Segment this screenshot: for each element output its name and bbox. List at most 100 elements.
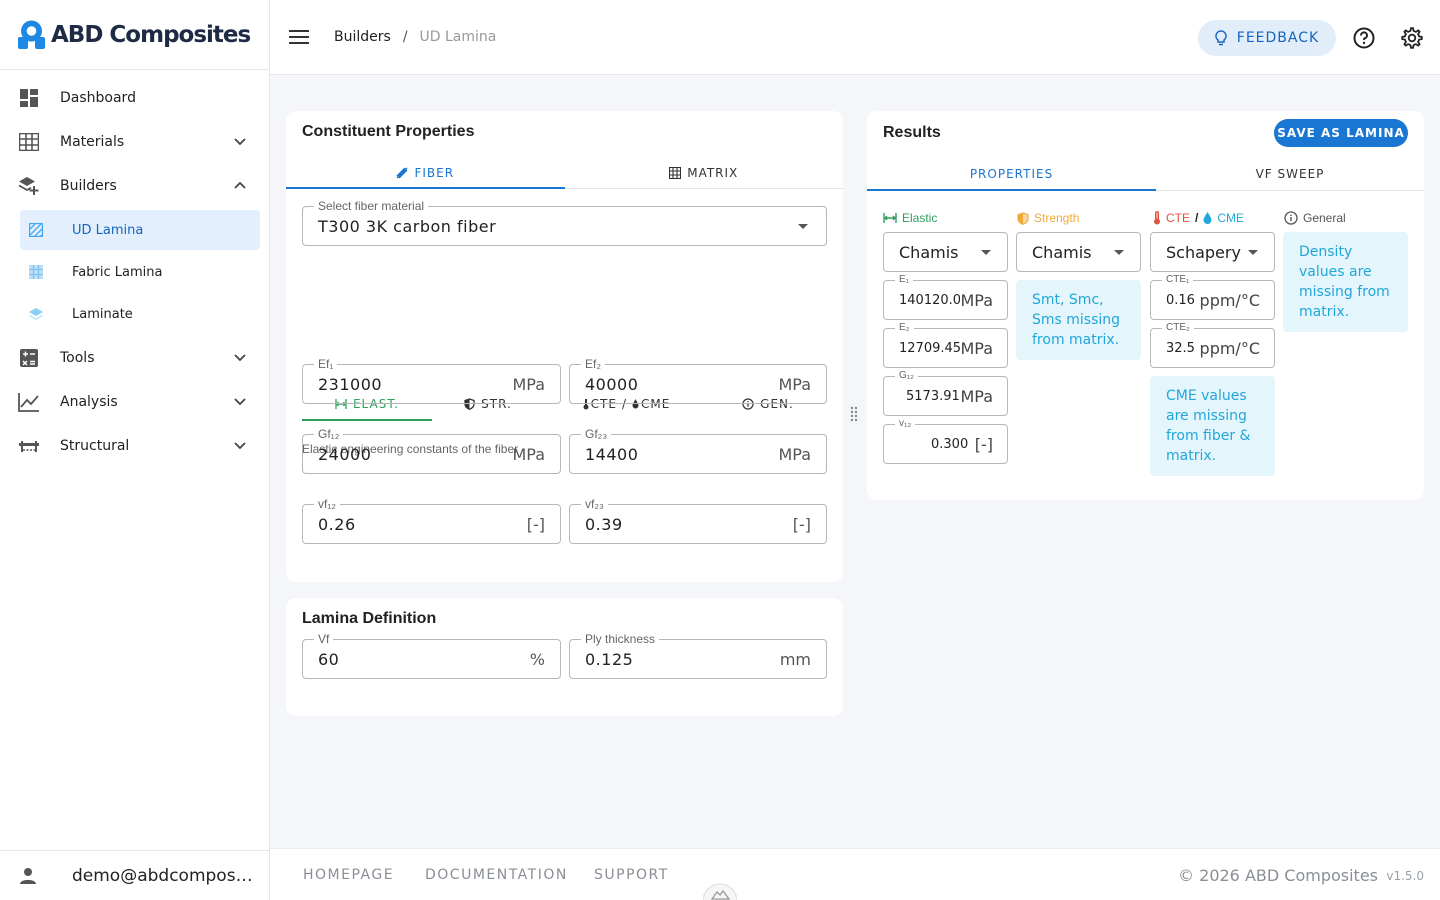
field-label: Vf — [314, 632, 334, 646]
sidebar: ABD Composites Dashboard Materials Build… — [0, 0, 270, 900]
app-name: ABD Composites — [51, 21, 251, 48]
tab-properties[interactable]: PROPERTIES — [867, 158, 1156, 191]
calculator-icon — [18, 347, 40, 369]
constituent-properties-card: Constituent Properties FIBER MATRIX Sele… — [286, 111, 843, 582]
sidebar-item-label: Builders — [60, 178, 117, 194]
ply-thickness-input[interactable]: Ply thickness 0.125 mm — [569, 632, 827, 679]
field-label: Ef₁ — [314, 357, 338, 371]
chevron-down-icon[interactable] — [231, 437, 249, 455]
help-icon[interactable] — [1352, 26, 1376, 50]
footer-link-support[interactable]: SUPPORT — [594, 867, 669, 883]
field-label: Ef₂ — [581, 357, 605, 371]
ef1-input[interactable]: Ef₁ 231000 MPa — [302, 357, 561, 404]
footer-link-documentation[interactable]: DOCUMENTATION — [425, 867, 568, 883]
field-label: Gf₁₂ — [314, 427, 344, 441]
drag-handle-icon[interactable] — [849, 405, 859, 423]
sidebar-item-structural[interactable]: Structural — [0, 424, 269, 468]
gf23-input[interactable]: Gf₂₃ 14400 MPa — [569, 427, 827, 474]
field-value: 0.125 — [585, 650, 634, 669]
sidebar-item-builders[interactable]: Builders — [0, 164, 269, 208]
field-value: 5173.915 — [906, 389, 969, 404]
field-label: vf₂₃ — [581, 497, 608, 511]
chevron-down-icon[interactable] — [231, 133, 249, 151]
field-unit: MPa — [778, 375, 811, 394]
sidebar-item-ud-lamina[interactable]: UD Lamina — [20, 210, 260, 250]
fabric-lamina-icon — [28, 264, 44, 280]
field-value: 140120.00 — [899, 293, 970, 308]
vf-input[interactable]: Vf 60 % — [302, 632, 561, 679]
save-as-lamina-button[interactable]: SAVE AS LAMINA — [1274, 119, 1408, 147]
sidebar-item-tools[interactable]: Tools — [0, 336, 269, 380]
cte-method-select[interactable]: Schapery — [1150, 232, 1275, 272]
version: v1.5.0 — [1386, 869, 1424, 883]
breadcrumb: Builders / UD Lamina — [334, 29, 496, 45]
e2-result: E₂ 12709.455 MPa — [883, 322, 1008, 368]
grid-icon — [669, 166, 682, 179]
column-label: Elastic — [902, 211, 938, 225]
field-label: E₁ — [895, 274, 914, 286]
tab-matrix[interactable]: MATRIX — [565, 157, 844, 188]
field-value: 60 — [318, 650, 340, 669]
sidebar-item-dashboard[interactable]: Dashboard — [0, 76, 269, 120]
dropdown-arrow-icon — [1114, 250, 1124, 255]
mountain-icon[interactable] — [703, 881, 737, 900]
tab-vf-sweep[interactable]: VF SWEEP — [1156, 158, 1424, 190]
field-unit: MPa — [512, 445, 545, 464]
sidebar-item-fabric-lamina[interactable]: Fabric Lamina — [20, 252, 260, 292]
copyright: © 2026 ABD Composites — [1178, 866, 1378, 885]
person-icon — [20, 867, 36, 884]
card-title: Lamina Definition — [302, 610, 437, 627]
select-value: Schapery — [1166, 243, 1241, 262]
dropdown-arrow-icon — [1248, 250, 1258, 255]
menu-icon[interactable] — [288, 26, 310, 48]
field-value: 12709.455 — [899, 341, 970, 356]
field-value: 0.26 — [318, 515, 356, 534]
field-label: Ply thickness — [581, 632, 660, 646]
table-icon — [18, 131, 40, 153]
sidebar-item-label: Tools — [60, 350, 95, 366]
strength-missing-alert: Smt, Smc, Sms missing from matrix. — [1016, 280, 1141, 360]
gf12-input[interactable]: Gf₁₂ 24000 MPa — [302, 427, 561, 474]
field-label: CTE₂ — [1162, 322, 1194, 334]
tab-fiber[interactable]: FIBER — [286, 157, 565, 189]
breadcrumb-current: UD Lamina — [419, 29, 497, 45]
results-tabs: PROPERTIES VF SWEEP — [867, 158, 1424, 191]
sidebar-item-materials[interactable]: Materials — [0, 120, 269, 164]
feedback-button[interactable]: FEEDBACK — [1198, 20, 1336, 56]
cte2-result: CTE₂ 32.5 ppm/°C — [1150, 322, 1275, 368]
g12-result: G₁₂ 5173.915 MPa — [883, 370, 1008, 416]
field-label: CTE₁ — [1162, 274, 1194, 286]
chevron-down-icon[interactable] — [231, 393, 249, 411]
strength-method-select[interactable]: Chamis — [1016, 232, 1141, 272]
app-logo[interactable]: ABD Composites — [0, 0, 269, 70]
column-label: Strength — [1034, 211, 1080, 225]
laminate-icon — [28, 306, 44, 322]
chevron-down-icon[interactable] — [231, 349, 249, 367]
field-value: 231000 — [318, 375, 383, 394]
sidebar-item-laminate[interactable]: Laminate — [20, 294, 260, 334]
field-unit: MPa — [778, 445, 811, 464]
water-drop-icon — [1203, 212, 1212, 224]
layers-add-icon — [18, 175, 40, 197]
field-unit: ppm/°C — [1199, 291, 1260, 310]
dashboard-icon — [18, 87, 40, 109]
elastic-method-select[interactable]: Chamis — [883, 232, 1008, 272]
user-account[interactable]: demo@abdcomposites.com — [0, 850, 270, 900]
elastic-column-header: Elastic — [883, 211, 937, 225]
sidebar-item-analysis[interactable]: Analysis — [0, 380, 269, 424]
breadcrumb-builders[interactable]: Builders — [334, 29, 391, 45]
settings-gear-icon[interactable] — [1400, 26, 1424, 50]
ef2-input[interactable]: Ef₂ 40000 MPa — [569, 357, 827, 404]
select-value: Chamis — [899, 243, 959, 262]
vf23-input[interactable]: vf₂₃ 0.39 [-] — [569, 497, 827, 544]
vf12-input[interactable]: vf₁₂ 0.26 [-] — [302, 497, 561, 544]
elastic-icon — [883, 213, 897, 223]
footer-link-homepage[interactable]: HOMEPAGE — [303, 867, 394, 883]
field-value: 40000 — [585, 375, 639, 394]
field-unit: [-] — [974, 435, 993, 454]
column-label: CTE — [1166, 211, 1190, 225]
cte-cme-column-header: CTE / CME — [1153, 211, 1244, 225]
fiber-material-select[interactable]: Select fiber material T300 3K carbon fib… — [302, 199, 827, 246]
sidebar-item-label: Materials — [60, 134, 125, 150]
chevron-up-icon[interactable] — [231, 177, 249, 195]
